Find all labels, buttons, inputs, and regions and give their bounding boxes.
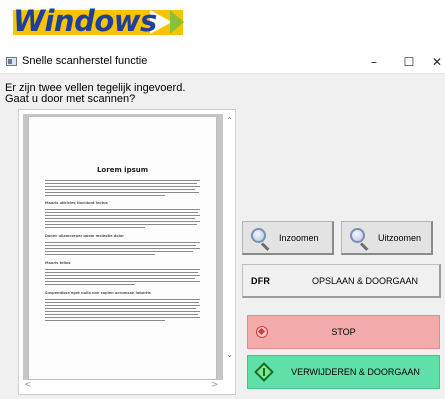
text-line [45,284,135,285]
text-line [45,189,195,190]
text-line [45,183,197,184]
zoom-in-button[interactable]: Inzoomen [242,221,334,255]
delete-continue-label: VERWIJDEREN & DOORGAAN [291,367,420,377]
text-line [45,314,198,315]
text-line [45,242,200,243]
text-line [45,221,200,222]
text-line [45,224,197,225]
text-line [45,212,198,213]
minimize-button[interactable]: – [356,51,392,73]
document-title: Lorem ipsum [96,166,149,174]
text-line [45,215,200,216]
scanner-app-icon [6,57,17,66]
text-line [45,192,199,193]
text-line [45,269,200,270]
close-button[interactable]: ✕ [426,51,445,73]
text-line [45,245,196,246]
brand-banner: Windows [0,0,445,44]
vertical-scrollbar[interactable]: ⌃ ⌄ [223,110,235,380]
text-line [45,209,200,210]
text-line [45,248,200,249]
horizontal-scrollbar[interactable]: < > [19,380,235,394]
diamond-go-icon [254,362,274,382]
title-bar: Snelle scanherstel functie – ☐ ✕ [0,51,445,74]
prompt-line-2: Gaat u door met scannen? [5,93,136,105]
delete-continue-button[interactable]: VERWIJDEREN & DOORGAAN [247,355,440,389]
maximize-button[interactable]: ☐ [391,51,427,73]
stop-label: STOP [331,327,356,337]
section-heading: Donec ullamcorper quam molestie dolor [45,234,125,238]
zoom-in-label: Inzoomen [279,232,319,243]
text-line [45,195,165,196]
section-heading: Suspendisse eget nulla non sapien accums… [45,291,151,295]
window-title: Snelle scanherstel functie [22,55,148,67]
zoom-out-label: Uitzoomen [378,232,422,243]
stop-button[interactable]: STOP [247,315,440,349]
text-line [45,302,199,303]
magnifier-icon [348,227,370,251]
text-line [45,254,155,255]
magnifier-icon [249,227,271,251]
text-line [45,275,200,276]
text-line [45,180,200,181]
text-line [45,251,193,252]
scanned-page-image: Lorem ipsum Mauris ultricies tincidunt l… [29,117,216,379]
scan-recovery-dialog: Snelle scanherstel functie – ☐ ✕ Er zijn… [0,51,445,399]
save-continue-label: OPSLAAN & DOORGAAN [311,275,419,286]
scroll-right-icon[interactable]: > [211,380,219,390]
save-continue-button[interactable]: DFR OPSLAAN & DOORGAAN [242,264,441,298]
text-line [45,278,195,279]
text-line [45,186,200,187]
text-line [45,299,200,300]
scroll-left-icon[interactable]: < [24,380,32,390]
zoom-out-button[interactable]: Uitzoomen [341,221,433,255]
section-heading: Mauris ultricies tincidunt lectus [45,201,108,205]
scan-preview-pane[interactable]: Lorem ipsum Mauris ultricies tincidunt l… [18,109,236,395]
scroll-down-icon[interactable]: ⌄ [226,350,233,359]
text-line [45,218,195,219]
brand-logo-text: Windows [13,4,157,38]
prompt-message: Er zijn twee vellen tegelijk ingevoerd. … [5,83,305,105]
brand-logo-arrow-accent [170,10,184,34]
section-heading: Mauris tellus [45,261,71,265]
text-line [45,281,200,282]
scroll-up-icon[interactable]: ⌃ [226,116,233,125]
text-line [45,320,165,321]
text-line [45,317,200,318]
text-line [45,305,200,306]
text-line [45,227,145,228]
dfr-label: DFR [251,275,271,286]
text-line [45,272,198,273]
text-line [45,311,200,312]
text-line [45,308,196,309]
